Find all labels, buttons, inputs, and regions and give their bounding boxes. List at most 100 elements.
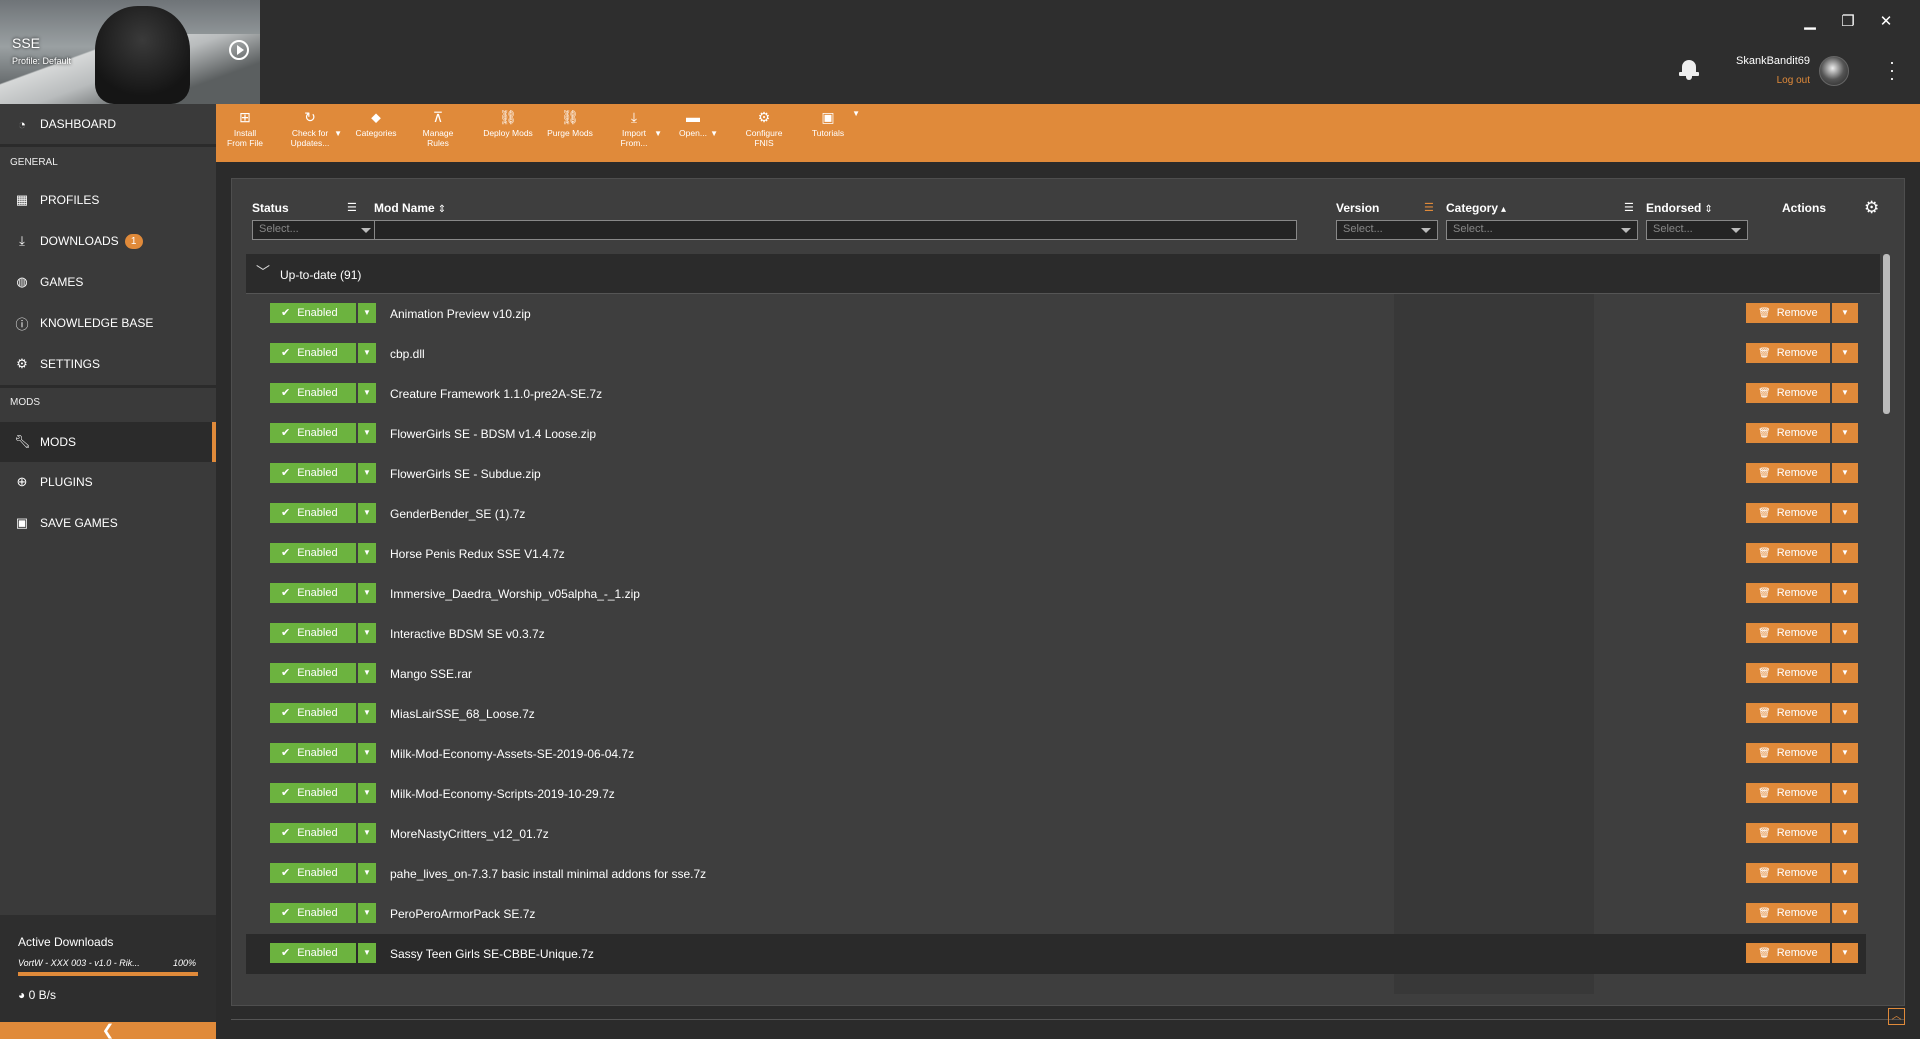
list-icon[interactable]: ☰ <box>1424 201 1434 214</box>
game-banner[interactable]: SSE Profile: Default <box>0 0 260 104</box>
chevron-down-icon[interactable]: ▼ <box>1832 503 1858 523</box>
enabled-toggle-button[interactable]: ✔ Enabled <box>270 303 356 323</box>
chevron-down-icon[interactable]: ▼ <box>358 423 376 443</box>
remove-button[interactable]: 🗑︎ Remove <box>1746 463 1830 483</box>
chevron-down-icon[interactable]: ▼ <box>710 129 718 139</box>
table-row[interactable]: ✔ Enabled ▼ Horse Penis Redux SSE V1.4.7z 🗑︎… <box>246 534 1866 574</box>
close-button[interactable]: ✕ <box>1874 12 1898 32</box>
bell-icon[interactable] <box>1679 58 1699 80</box>
minimize-button[interactable]: ▁ <box>1798 12 1822 32</box>
install-from-file-button[interactable]: ⊞ Install From File <box>224 109 266 159</box>
manage-rules-button[interactable]: ⊼ Manage Rules <box>416 109 460 159</box>
table-row[interactable]: ✔ Enabled ▼ Milk-Mod-Economy-Assets-SE-2019… <box>246 734 1866 774</box>
collapse-sidebar-button[interactable]: ❮ <box>0 1022 216 1039</box>
deploy-mods-button[interactable]: ⛓ Deploy Mods <box>480 109 536 159</box>
sidebar-item-save-games[interactable]: ▣ SAVE GAMES <box>0 503 216 543</box>
chevron-down-icon[interactable]: ▼ <box>334 129 342 139</box>
chevron-down-icon[interactable]: ▼ <box>1832 583 1858 603</box>
enabled-toggle-button[interactable]: ✔ Enabled <box>270 623 356 643</box>
play-icon[interactable] <box>229 40 249 60</box>
remove-button[interactable]: 🗑︎ Remove <box>1746 623 1830 643</box>
table-row[interactable]: ✔ Enabled ▼ PeroPeroArmorPack SE.7z 🗑︎ Remove… <box>246 894 1866 934</box>
remove-button[interactable]: 🗑︎ Remove <box>1746 743 1830 763</box>
table-row[interactable]: ✔ Enabled ▼ FlowerGirls SE - Subdue.zip 🗑︎ Re… <box>246 454 1866 494</box>
status-filter-select[interactable]: Select... <box>252 220 378 240</box>
chevron-down-icon[interactable]: ▼ <box>1832 863 1858 883</box>
more-menu-icon[interactable]: · · · <box>1888 53 1896 87</box>
table-row[interactable]: ✔ Enabled ▼ GenderBender_SE (1).7z 🗑︎ Remove ▼ <box>246 494 1866 534</box>
table-row[interactable]: ✔ Enabled ▼ pahe_lives_on-7.3.7 basic insta… <box>246 854 1866 894</box>
chevron-down-icon[interactable]: ▼ <box>358 303 376 323</box>
table-row[interactable]: ✔ Enabled ▼ Sassy Teen Girls SE-CBBE-Unique… <box>246 934 1866 974</box>
enabled-toggle-button[interactable]: ✔ Enabled <box>270 783 356 803</box>
remove-button[interactable]: 🗑︎ Remove <box>1746 383 1830 403</box>
open-button[interactable]: ▬ Open... ▼ <box>678 109 718 159</box>
chevron-down-icon[interactable]: ▼ <box>1832 623 1858 643</box>
import-from-button[interactable]: ⤓ Import From... ▼ <box>616 109 662 159</box>
column-header-endorsed[interactable]: Endorsed ⇕ <box>1646 201 1713 215</box>
chevron-down-icon[interactable]: ▼ <box>1832 703 1858 723</box>
chevron-down-icon[interactable]: ▼ <box>654 129 662 139</box>
chevron-down-icon[interactable]: ▼ <box>1832 303 1858 323</box>
chevron-down-icon[interactable]: ▼ <box>1832 343 1858 363</box>
enabled-toggle-button[interactable]: ✔ Enabled <box>270 423 356 443</box>
categories-button[interactable]: ⬥ Categories <box>352 109 400 159</box>
remove-button[interactable]: 🗑︎ Remove <box>1746 423 1830 443</box>
sidebar-item-profiles[interactable]: ▦ PROFILES <box>0 180 216 220</box>
chevron-down-icon[interactable]: ▼ <box>358 583 376 603</box>
chevron-down-icon[interactable]: ▼ <box>1832 903 1858 923</box>
enabled-toggle-button[interactable]: ✔ Enabled <box>270 743 356 763</box>
logout-link[interactable]: Log out <box>1700 75 1810 86</box>
table-row[interactable]: ✔ Enabled ▼ Creature Framework 1.1.0-pre2A-… <box>246 374 1866 414</box>
table-row[interactable]: ✔ Enabled ▼ FlowerGirls SE - BDSM v1.4 Loos… <box>246 414 1866 454</box>
enabled-toggle-button[interactable]: ✔ Enabled <box>270 823 356 843</box>
sort-icon[interactable]: ⇕ <box>1704 204 1712 215</box>
chevron-down-icon[interactable]: ▼ <box>1832 783 1858 803</box>
chevron-down-icon[interactable]: ▼ <box>358 383 376 403</box>
enabled-toggle-button[interactable]: ✔ Enabled <box>270 343 356 363</box>
chevron-down-icon[interactable]: ▼ <box>1832 463 1858 483</box>
remove-button[interactable]: 🗑︎ Remove <box>1746 343 1830 363</box>
table-row[interactable]: ✔ Enabled ▼ Animation Preview v10.zip 🗑︎ Remo… <box>246 294 1866 334</box>
chevron-down-icon[interactable]: ▼ <box>1832 423 1858 443</box>
enabled-toggle-button[interactable]: ✔ Enabled <box>270 543 356 563</box>
sidebar-item-games[interactable]: ◍ GAMES <box>0 262 216 302</box>
category-filter-select[interactable]: Select... <box>1446 220 1638 240</box>
vertical-scrollbar[interactable] <box>1883 254 1890 414</box>
table-row[interactable]: ✔ Enabled ▼ Immersive_Daedra_Worship_v05alp… <box>246 574 1866 614</box>
chevron-down-icon[interactable]: ▼ <box>358 663 376 683</box>
remove-button[interactable]: 🗑︎ Remove <box>1746 303 1830 323</box>
active-downloads-panel[interactable]: Active Downloads VortW - XXX 003 - v1.0 … <box>0 915 216 1022</box>
remove-button[interactable]: 🗑︎ Remove <box>1746 863 1830 883</box>
table-row[interactable]: ✔ Enabled ▼ cbp.dll 🗑︎ Remove ▼ <box>246 334 1866 374</box>
chevron-down-icon[interactable]: ▼ <box>358 463 376 483</box>
chevron-down-icon[interactable]: ▼ <box>358 503 376 523</box>
sidebar-item-knowledge-base[interactable]: ⓘ KNOWLEDGE BASE <box>0 303 216 343</box>
gear-icon[interactable]: ⚙ <box>1864 198 1879 218</box>
enabled-toggle-button[interactable]: ✔ Enabled <box>270 703 356 723</box>
check-for-updates-button[interactable]: ↻ Check for Updates... ▼ <box>288 109 342 159</box>
remove-button[interactable]: 🗑︎ Remove <box>1746 903 1830 923</box>
purge-mods-button[interactable]: ⛓ Purge Mods <box>544 109 596 159</box>
column-header-version[interactable]: Version ☰ <box>1336 201 1434 215</box>
list-icon[interactable]: ☰ <box>347 201 357 214</box>
column-header-mod-name[interactable]: Mod Name ⇕ <box>374 201 446 215</box>
remove-button[interactable]: 🗑︎ Remove <box>1746 503 1830 523</box>
chevron-down-icon[interactable]: ▼ <box>358 823 376 843</box>
table-row[interactable]: ✔ Enabled ▼ Milk-Mod-Economy-Scripts-2019-1… <box>246 774 1866 814</box>
sort-icon[interactable]: ⇕ <box>438 204 446 215</box>
chevron-down-icon[interactable]: ▼ <box>1832 823 1858 843</box>
enabled-toggle-button[interactable]: ✔ Enabled <box>270 503 356 523</box>
remove-button[interactable]: 🗑︎ Remove <box>1746 583 1830 603</box>
enabled-toggle-button[interactable]: ✔ Enabled <box>270 943 356 963</box>
sidebar-item-mods[interactable]: 🔧︎ MODS <box>0 422 216 462</box>
enabled-toggle-button[interactable]: ✔ Enabled <box>270 383 356 403</box>
chevron-down-icon[interactable]: ▼ <box>358 343 376 363</box>
chevron-down-icon[interactable]: ▼ <box>852 109 860 119</box>
configure-fnis-button[interactable]: ⚙ Configure FNIS <box>740 109 788 159</box>
endorsed-filter-select[interactable]: Select... <box>1646 220 1748 240</box>
sidebar-item-downloads[interactable]: ⤓ DOWNLOADS 1 <box>0 221 216 261</box>
chevron-down-icon[interactable]: ▼ <box>358 543 376 563</box>
chevron-down-icon[interactable]: ▼ <box>358 783 376 803</box>
remove-button[interactable]: 🗑︎ Remove <box>1746 543 1830 563</box>
